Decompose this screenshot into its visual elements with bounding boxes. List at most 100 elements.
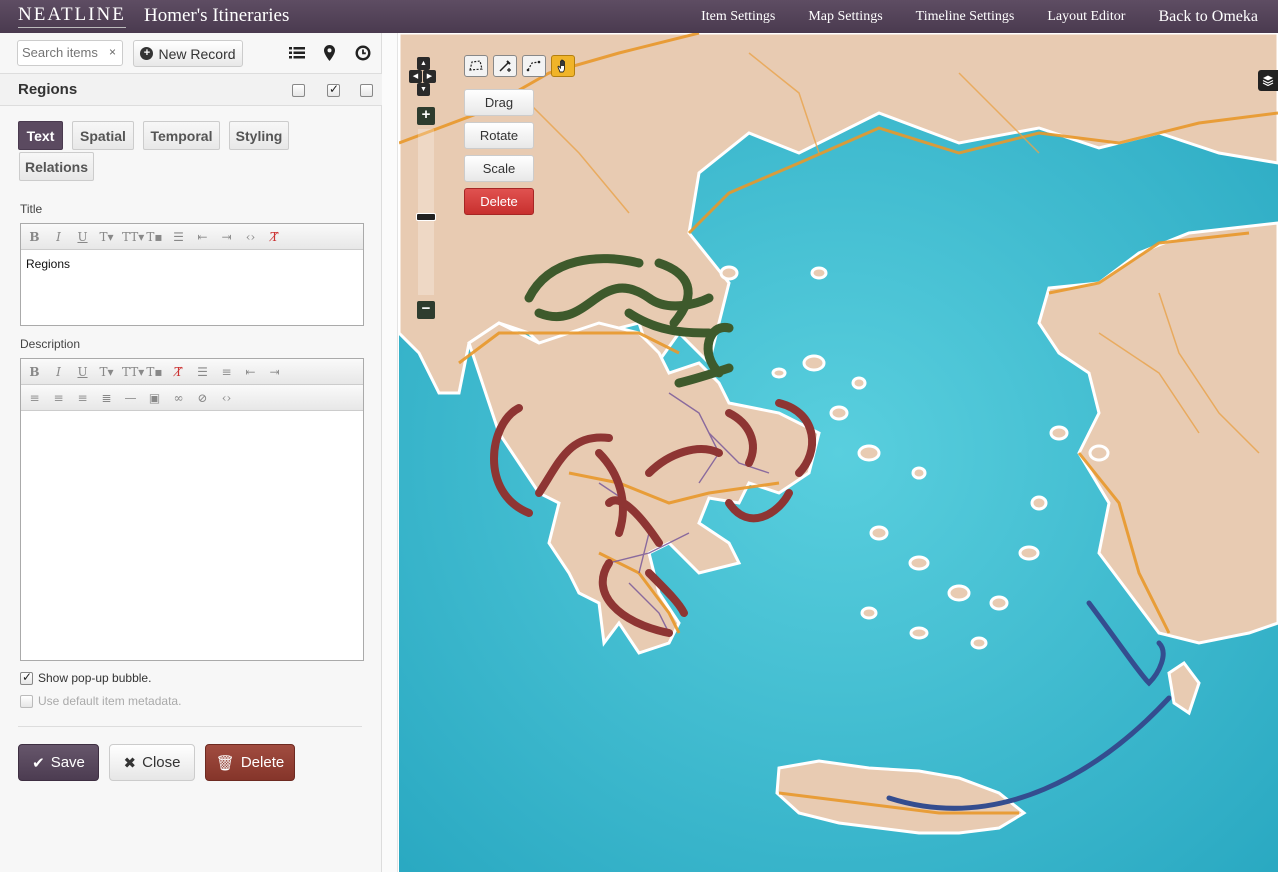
- description-editor-toolbar-2: ≡ ≡ ≡ ≣ — ▣ ∞ ⊘ ‹›: [21, 385, 363, 411]
- record-name: Regions: [18, 81, 78, 98]
- zoom-in-button[interactable]: +: [417, 107, 435, 125]
- description-label: Description: [20, 337, 81, 351]
- pan-down-icon[interactable]: ▼: [417, 83, 430, 96]
- use-default-row[interactable]: Use default item metadata.: [20, 694, 181, 708]
- indent-icon[interactable]: ⇥: [218, 230, 235, 244]
- draw-point-icon[interactable]: [493, 55, 517, 77]
- outdent-icon[interactable]: ⇤: [242, 365, 259, 379]
- draw-line-icon[interactable]: [522, 55, 546, 77]
- record-checkbox-2[interactable]: [327, 82, 340, 97]
- drag-button[interactable]: Drag: [464, 89, 534, 116]
- align-center-icon[interactable]: ≡: [50, 391, 67, 405]
- divider: [18, 726, 362, 727]
- delete-geometry-button[interactable]: Delete: [464, 188, 534, 215]
- title-text[interactable]: Regions: [21, 250, 363, 278]
- show-popup-checkbox[interactable]: [20, 670, 33, 685]
- align-right-icon[interactable]: ≡: [74, 391, 91, 405]
- nav-timeline-settings[interactable]: Timeline Settings: [916, 9, 1015, 25]
- record-editor-sidebar: × + New Record Regions Text Spatial Temp…: [0, 33, 382, 872]
- use-default-checkbox[interactable]: [20, 694, 33, 708]
- description-text[interactable]: [21, 411, 363, 425]
- close-icon: ✖: [123, 754, 137, 772]
- bullet-list-icon[interactable]: ☰: [194, 365, 211, 379]
- new-record-button[interactable]: + New Record: [133, 40, 243, 67]
- html-source-icon[interactable]: ‹›: [242, 230, 259, 244]
- layer-switcher-icon[interactable]: [1258, 70, 1278, 91]
- search-box[interactable]: ×: [17, 40, 123, 66]
- font-family-icon[interactable]: T▾: [98, 230, 115, 244]
- zoom-out-button[interactable]: −: [417, 301, 435, 319]
- show-popup-row[interactable]: Show pop-up bubble.: [20, 670, 152, 685]
- tab-styling[interactable]: Styling: [229, 121, 289, 150]
- underline-icon[interactable]: U: [74, 230, 91, 244]
- show-popup-label: Show pop-up bubble.: [38, 671, 152, 685]
- map-marker-icon[interactable]: [313, 39, 346, 67]
- map-viewport[interactable]: ▲ ◀ ▶ ▼ + − Drag Rotate Scale Delete: [399, 33, 1278, 872]
- clear-search-icon[interactable]: ×: [109, 45, 116, 59]
- pan-left-icon[interactable]: ◀: [409, 70, 422, 83]
- description-editor[interactable]: B I U T▾ TT▾ T▪ T̸ ☰ ≡ ⇤ ⇥ ≡ ≡ ≡ ≣ — ▣ ∞…: [20, 358, 364, 661]
- sidebar-resize-edge[interactable]: [382, 33, 398, 872]
- remove-format-icon[interactable]: T̸: [266, 230, 283, 244]
- tab-spatial[interactable]: Spatial: [72, 121, 134, 150]
- italic-icon[interactable]: I: [50, 365, 67, 379]
- close-button[interactable]: ✖ Close: [109, 744, 195, 781]
- justify-icon[interactable]: ≣: [98, 391, 115, 405]
- use-default-label: Use default item metadata.: [38, 694, 182, 708]
- bullet-list-icon[interactable]: ☰: [170, 230, 187, 244]
- new-record-label: New Record: [158, 45, 236, 62]
- italic-icon[interactable]: I: [50, 230, 67, 244]
- draw-polygon-icon[interactable]: [464, 55, 488, 77]
- underline-icon[interactable]: U: [74, 365, 91, 379]
- outdent-icon[interactable]: ⇤: [194, 230, 211, 244]
- hand-pan-icon[interactable]: [551, 55, 575, 77]
- font-size-icon[interactable]: TT▾: [122, 230, 144, 244]
- bold-icon[interactable]: B: [26, 230, 43, 244]
- remove-format-icon[interactable]: T̸: [170, 365, 187, 379]
- scale-button[interactable]: Scale: [464, 155, 534, 182]
- neatline-logo[interactable]: NEATLINE: [18, 4, 126, 28]
- horizontal-rule-icon[interactable]: —: [122, 391, 139, 405]
- search-input[interactable]: [22, 45, 108, 60]
- zoom-bar: + −: [416, 107, 436, 319]
- html-source-icon[interactable]: ‹›: [218, 391, 235, 405]
- zoom-slider-handle[interactable]: [416, 213, 436, 221]
- record-checkbox-3[interactable]: [360, 84, 373, 97]
- tab-text[interactable]: Text: [18, 121, 63, 150]
- numbered-list-icon[interactable]: ≡: [218, 365, 235, 379]
- title-editor[interactable]: B I U T▾ TT▾ T▪ ☰ ⇤ ⇥ ‹› T̸ Regions: [20, 223, 364, 326]
- rotate-button[interactable]: Rotate: [464, 122, 534, 149]
- clock-icon[interactable]: [346, 39, 379, 67]
- title-label: Title: [20, 202, 43, 216]
- pan-up-icon[interactable]: ▲: [417, 57, 430, 70]
- save-button[interactable]: ✔ Save: [18, 744, 99, 781]
- insert-link-icon[interactable]: ∞: [170, 391, 187, 405]
- nav-item-settings[interactable]: Item Settings: [701, 9, 775, 25]
- back-to-omeka-link[interactable]: Back to Omeka: [1158, 8, 1258, 26]
- tab-temporal[interactable]: Temporal: [143, 121, 220, 150]
- font-family-icon[interactable]: T▾: [98, 365, 115, 379]
- list-icon[interactable]: [280, 39, 313, 67]
- plus-circle-icon: +: [140, 47, 154, 60]
- close-label: Close: [142, 754, 181, 771]
- bold-icon[interactable]: B: [26, 365, 43, 379]
- top-bar: NEATLINE Homer's Itineraries Item Settin…: [0, 0, 1278, 33]
- title-editor-toolbar: B I U T▾ TT▾ T▪ ☰ ⇤ ⇥ ‹› T̸: [21, 224, 363, 250]
- delete-button[interactable]: 🗑 Delete: [205, 744, 295, 781]
- text-color-icon[interactable]: T▪: [146, 230, 163, 244]
- indent-icon[interactable]: ⇥: [266, 365, 283, 379]
- align-left-icon[interactable]: ≡: [26, 391, 43, 405]
- pan-right-icon[interactable]: ▶: [423, 70, 436, 83]
- pan-control: ▲ ◀ ▶ ▼: [409, 57, 437, 96]
- unlink-icon[interactable]: ⊘: [194, 391, 211, 405]
- insert-image-icon[interactable]: ▣: [146, 391, 163, 405]
- font-size-icon[interactable]: TT▾: [122, 365, 144, 379]
- delete-label: Delete: [240, 754, 285, 771]
- text-color-icon[interactable]: T▪: [146, 365, 163, 379]
- tab-relations[interactable]: Relations: [19, 152, 94, 181]
- trash-icon: 🗑: [215, 754, 235, 772]
- nav-map-settings[interactable]: Map Settings: [808, 9, 882, 25]
- record-checkbox-1[interactable]: [292, 84, 305, 97]
- nav-layout-editor[interactable]: Layout Editor: [1047, 9, 1125, 25]
- zoom-track[interactable]: [418, 129, 434, 295]
